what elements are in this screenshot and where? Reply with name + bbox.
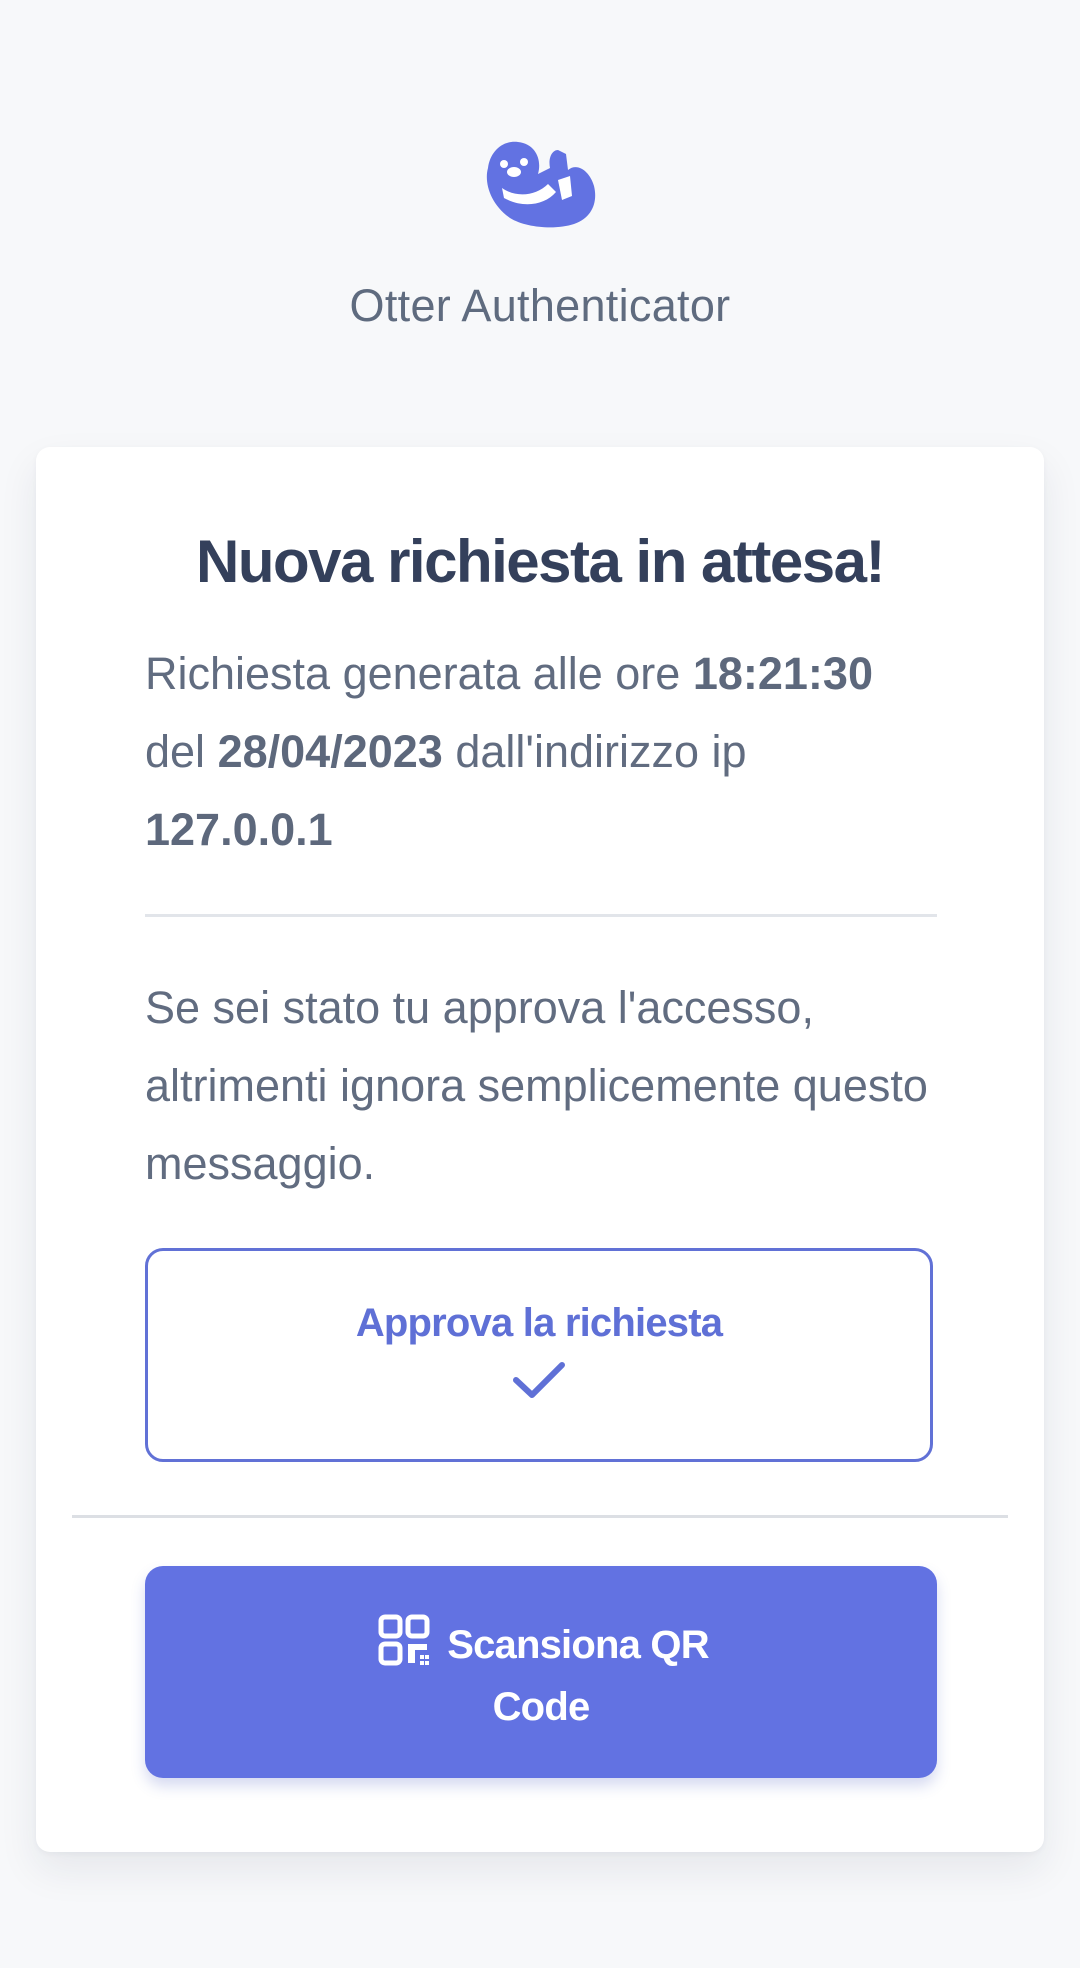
- scan-label-line2: Code: [492, 1685, 591, 1729]
- divider: [145, 914, 937, 917]
- approve-button[interactable]: Approva la richiesta: [145, 1248, 933, 1462]
- request-ip: 127.0.0.1: [145, 804, 333, 855]
- section-divider: [72, 1515, 1008, 1518]
- app-name: Otter Authenticator: [349, 280, 731, 331]
- approve-button-label: Approva la richiesta: [355, 1301, 723, 1345]
- generated-prefix: Richiesta generata alle ore: [145, 648, 681, 699]
- request-info: Richiesta generata alle ore 18:21:30 del…: [145, 635, 945, 869]
- scan-qr-button-label: Scansiona QR Code: [145, 1614, 937, 1738]
- date-prefix: del: [145, 726, 206, 777]
- request-time: 18:21:30: [692, 648, 873, 699]
- request-card: Nuova richiesta in attesa! Richiesta gen…: [36, 447, 1044, 1852]
- check-icon: [513, 1362, 565, 1398]
- request-message: Se sei stato tu approva l'accesso, altri…: [145, 982, 928, 1189]
- otter-logo-icon: [486, 141, 596, 228]
- request-title: Nuova richiesta in attesa!: [196, 528, 885, 595]
- scan-label-line1: Scansiona QR: [447, 1623, 709, 1667]
- scan-qr-button[interactable]: Scansiona QR Code: [145, 1566, 937, 1778]
- request-date: 28/04/2023: [217, 726, 443, 777]
- ip-prefix: dall'indirizzo ip: [455, 726, 747, 777]
